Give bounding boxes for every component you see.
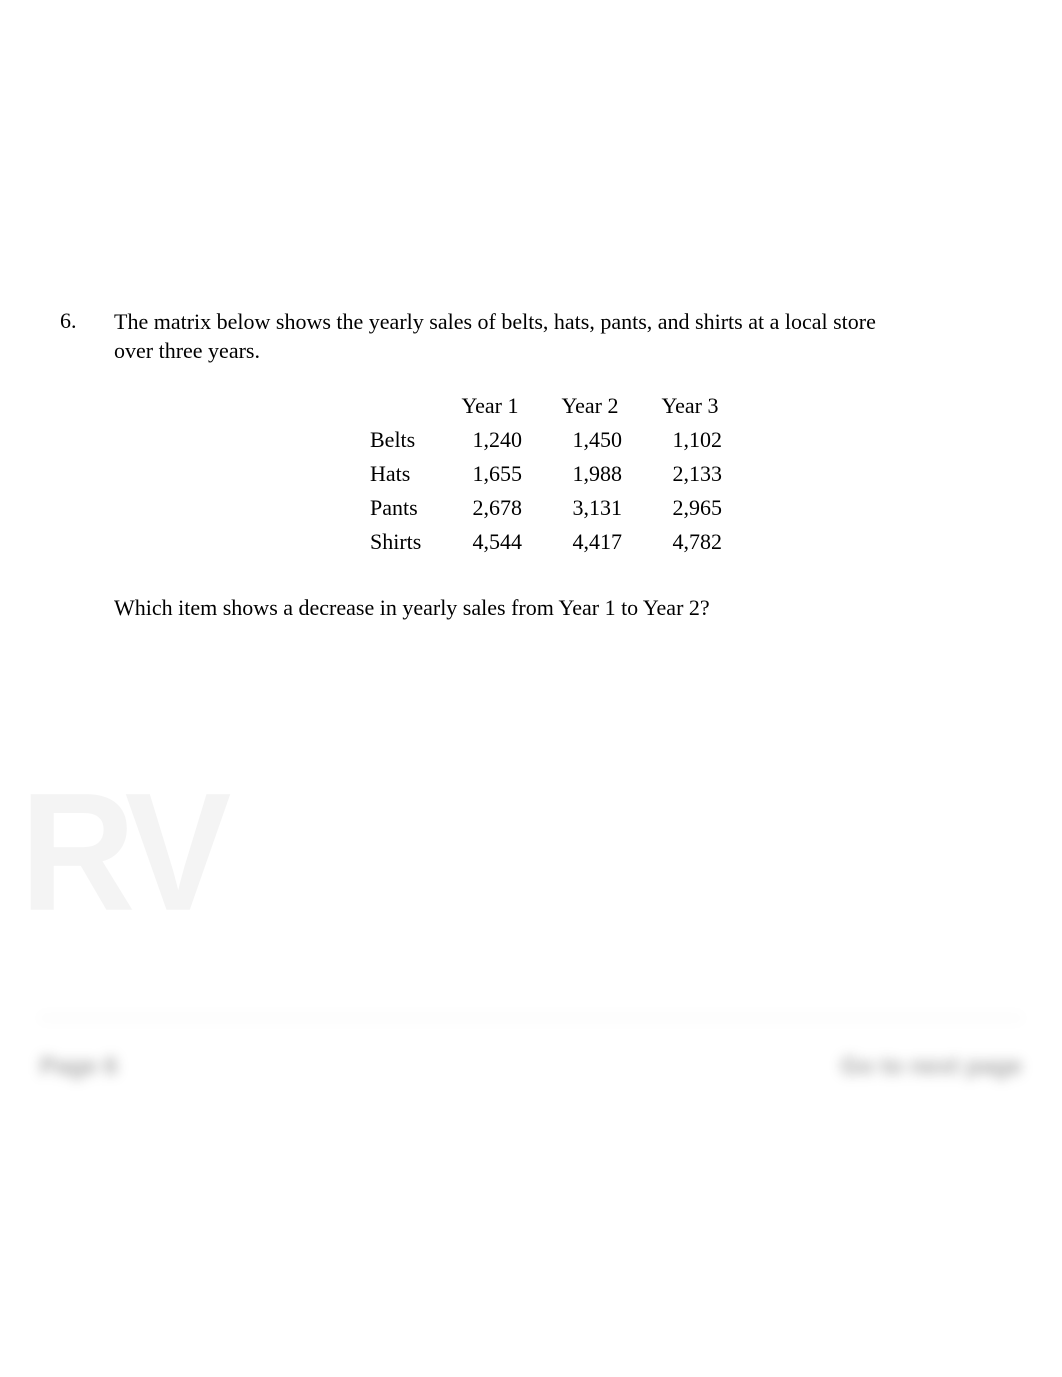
cell-hats-y2: 1,988 [540,461,640,487]
cell-pants-y2: 3,131 [540,495,640,521]
col-header-year1: Year 1 [440,393,540,419]
question-row: 6. The matrix below shows the yearly sal… [60,308,1002,365]
cell-belts-y2: 1,450 [540,427,640,453]
row-label-hats: Hats [370,461,440,487]
cell-belts-y1: 1,240 [440,427,540,453]
cell-pants-y1: 2,678 [440,495,540,521]
footer-page-number: Page 6 [40,1053,117,1081]
question-stem: The matrix below shows the yearly sales … [114,308,1002,365]
row-label-pants: Pants [370,495,440,521]
sales-matrix: Year 1 Year 2 Year 3 Belts 1,240 1,450 1… [370,393,740,555]
cell-hats-y1: 1,655 [440,461,540,487]
cell-shirts-y1: 4,544 [440,529,540,555]
footer: Page 6 Go to next page [40,1017,1022,1097]
footer-next-page: Go to next page [841,1053,1022,1081]
col-header-year2: Year 2 [540,393,640,419]
cell-shirts-y3: 4,782 [640,529,740,555]
col-header-year3: Year 3 [640,393,740,419]
cell-shirts-y2: 4,417 [540,529,640,555]
table-row: Belts 1,240 1,450 1,102 [370,427,740,453]
row-label-shirts: Shirts [370,529,440,555]
cell-hats-y3: 2,133 [640,461,740,487]
question-block: 6. The matrix below shows the yearly sal… [60,308,1002,621]
cell-pants-y3: 2,965 [640,495,740,521]
question-number: 6. [60,308,114,334]
table-row: Shirts 4,544 4,417 4,782 [370,529,740,555]
row-label-belts: Belts [370,427,440,453]
matrix-header-row: Year 1 Year 2 Year 3 [370,393,740,419]
question-followup: Which item shows a decrease in yearly sa… [114,595,1002,621]
cell-belts-y3: 1,102 [640,427,740,453]
watermark: RV [20,755,223,948]
table-row: Pants 2,678 3,131 2,965 [370,495,740,521]
table-row: Hats 1,655 1,988 2,133 [370,461,740,487]
